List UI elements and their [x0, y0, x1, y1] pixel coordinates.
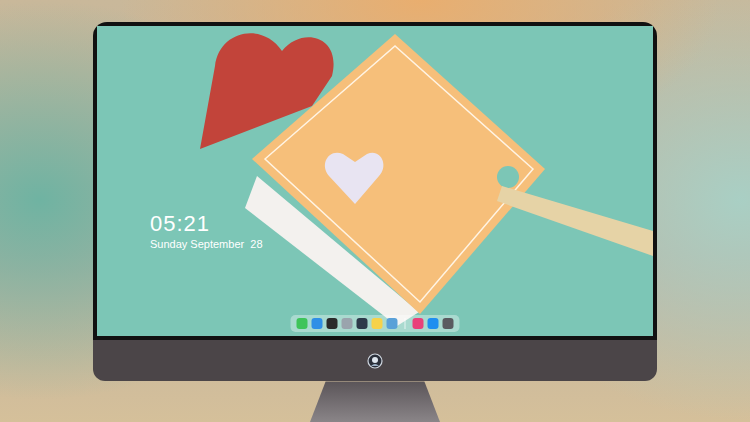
notes-icon[interactable] — [372, 318, 383, 329]
clock-widget: 05:21Sunday September 28 — [150, 211, 263, 251]
preview-icon[interactable] — [342, 318, 353, 329]
video-icon[interactable] — [357, 318, 368, 329]
orange-card — [252, 34, 545, 314]
music-icon[interactable] — [413, 318, 424, 329]
browser-icon[interactable] — [327, 318, 338, 329]
monitor: 05:21Sunday September 28 — [93, 22, 657, 422]
card-border — [265, 46, 533, 302]
wallpaper-ground — [97, 26, 653, 336]
card-hole — [497, 166, 519, 188]
store-icon[interactable] — [428, 318, 439, 329]
monitor-chin — [93, 340, 657, 381]
files-icon[interactable] — [312, 318, 323, 329]
dock — [291, 315, 460, 332]
photos-icon[interactable] — [387, 318, 398, 329]
logo-icon — [367, 353, 383, 369]
screen: 05:21Sunday September 28 — [97, 26, 653, 336]
messages-icon[interactable] — [297, 318, 308, 329]
dock-separator — [405, 318, 406, 329]
desktop-backdrop: 05:21Sunday September 28 — [0, 0, 750, 422]
small-heart — [325, 153, 384, 204]
monitor-stand — [310, 381, 440, 422]
wallpaper-picture — [97, 26, 653, 336]
camera-icon[interactable] — [443, 318, 454, 329]
wooden-stick — [497, 186, 653, 256]
clock-time: 05:21 — [150, 211, 263, 237]
clock-date: Sunday September 28 — [150, 237, 263, 251]
monitor-bezel: 05:21Sunday September 28 — [93, 22, 657, 340]
